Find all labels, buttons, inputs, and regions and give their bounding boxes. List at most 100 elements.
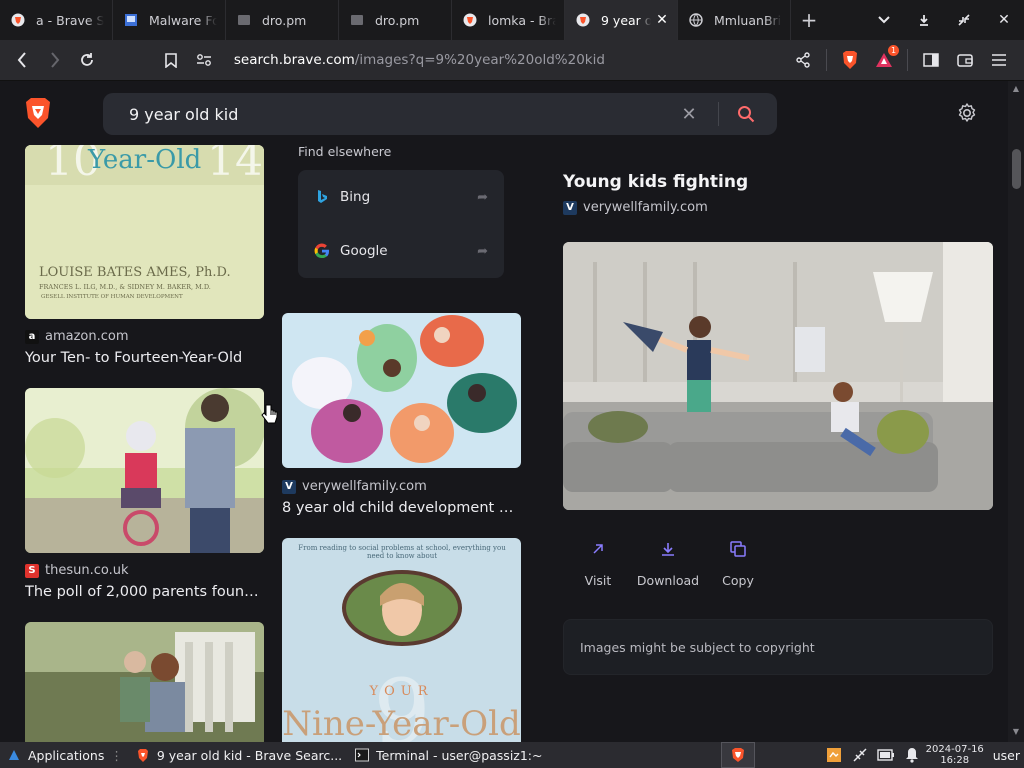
- brave-logo[interactable]: [22, 96, 54, 130]
- result-title[interactable]: The poll of 2,000 parents found th...: [25, 584, 265, 600]
- tab-active[interactable]: 9 year o ✕: [565, 0, 678, 40]
- find-on-bing[interactable]: Bing ➦: [298, 170, 504, 224]
- result-image[interactable]: From reading to social problems at schoo…: [282, 538, 521, 742]
- find-on-google[interactable]: Google ➦: [298, 224, 504, 278]
- toolbar-divider: [907, 49, 909, 71]
- applications-menu[interactable]: Applications ⋮: [0, 742, 129, 768]
- tab[interactable]: dro.pm: [339, 0, 452, 40]
- share-icon[interactable]: [786, 43, 820, 77]
- notification-bell-icon[interactable]: [899, 742, 925, 768]
- tab-list-chevron-icon[interactable]: [864, 0, 904, 40]
- toolbar-divider: [826, 49, 828, 71]
- taskbar-window-terminal[interactable]: Terminal - user@passiz1:~: [348, 742, 548, 768]
- book-cover-your: YOUR: [369, 684, 434, 699]
- brave-shields-icon[interactable]: [833, 43, 867, 77]
- copy-button[interactable]: Copy: [703, 533, 773, 588]
- result-source[interactable]: S thesun.co.uk: [25, 563, 129, 578]
- page-scrollbar[interactable]: ▲ ▼: [1008, 81, 1024, 742]
- tab[interactable]: a - Brave Se: [0, 0, 113, 40]
- brave-icon: [575, 12, 591, 28]
- find-elsewhere-panel: Bing ➦ Google ➦: [298, 170, 504, 278]
- brave-icon: [135, 747, 151, 763]
- url-path: /images?q=9%20year%20old%20kid: [354, 52, 605, 68]
- brave-icon: [731, 748, 744, 762]
- site-settings-icon[interactable]: [188, 43, 220, 77]
- result-image[interactable]: 10 14 Year-Old LOUISE BATES AMES, Ph.D. …: [25, 145, 264, 319]
- globe-icon: [688, 12, 704, 28]
- settings-gear-icon[interactable]: [955, 101, 979, 125]
- detail-title: Young kids fighting: [563, 172, 749, 192]
- doc-icon: [123, 12, 139, 28]
- tab-title: MmluanBri: [714, 12, 782, 28]
- thesun-favicon-icon: S: [25, 563, 39, 578]
- copyright-notice: Images might be subject to copyright: [563, 619, 993, 675]
- close-window-icon[interactable]: ✕: [984, 0, 1024, 40]
- user-menu[interactable]: user: [985, 742, 1024, 768]
- sidebar-toggle-icon[interactable]: [914, 43, 948, 77]
- detail-source[interactable]: V verywellfamily.com: [563, 200, 708, 215]
- wallet-icon[interactable]: [948, 43, 982, 77]
- svg-text:14: 14: [207, 145, 263, 186]
- taskbar-window-brave[interactable]: 9 year old kid - Brave Searc...: [129, 742, 348, 768]
- taskbar-separator-icon: ⋮: [110, 747, 123, 763]
- network-disconnected-icon[interactable]: [847, 742, 873, 768]
- result-source[interactable]: V verywellfamily.com: [282, 479, 427, 494]
- result-title[interactable]: Your Ten- to Fourteen-Year-Old: [25, 350, 265, 366]
- taskbar-workspace-brave[interactable]: [720, 742, 755, 768]
- tray-app-icon[interactable]: [821, 742, 847, 768]
- result-title[interactable]: 8 year old child development miles...: [282, 500, 522, 516]
- scrollbar-thumb[interactable]: [1012, 149, 1021, 189]
- clear-search-icon[interactable]: ✕: [672, 104, 706, 125]
- menu-icon[interactable]: [982, 43, 1016, 77]
- bing-icon: [314, 189, 330, 205]
- notification-badge: 1: [888, 45, 900, 56]
- applications-icon: [6, 747, 22, 763]
- back-icon[interactable]: [6, 43, 38, 77]
- address-bar[interactable]: search.brave.com/images?q=9%20year%20old…: [234, 44, 786, 76]
- result-image[interactable]: [25, 388, 264, 553]
- brave-rewards-icon[interactable]: 1: [867, 43, 901, 77]
- close-tab-icon[interactable]: ✕: [655, 12, 669, 28]
- download-icon: [652, 533, 684, 565]
- result-image[interactable]: [282, 313, 521, 468]
- tab[interactable]: dro.pm: [226, 0, 339, 40]
- reload-icon[interactable]: [71, 43, 103, 77]
- scroll-up-icon[interactable]: ▲: [1011, 84, 1021, 94]
- bookmark-icon[interactable]: [155, 43, 187, 77]
- search-icon[interactable]: [729, 105, 763, 123]
- brave-icon: [462, 12, 478, 28]
- share-arrow-icon: ➦: [477, 189, 488, 205]
- detail-image[interactable]: [563, 242, 993, 510]
- page-icon: [236, 12, 252, 28]
- clock[interactable]: 2024-07-16 16:28: [925, 744, 985, 766]
- battery-icon[interactable]: [873, 742, 899, 768]
- tab[interactable]: MmluanBri: [678, 0, 791, 40]
- clock-date: 2024-07-16: [925, 744, 984, 755]
- search-bar: ✕: [103, 93, 777, 135]
- find-elsewhere-label: Find elsewhere: [298, 144, 392, 159]
- tab-strip: a - Brave Se Malware Fo dro.pm dro.pm lo…: [0, 0, 1024, 40]
- forward-icon[interactable]: [38, 43, 70, 77]
- scroll-down-icon[interactable]: ▼: [1011, 727, 1021, 737]
- minimize-icon[interactable]: [904, 0, 944, 40]
- restore-icon[interactable]: [944, 0, 984, 40]
- visit-button[interactable]: Visit: [563, 533, 633, 588]
- book-cover-title: Year-Old: [88, 145, 202, 175]
- result-image[interactable]: [25, 622, 264, 742]
- tab[interactable]: Malware Fo: [113, 0, 226, 40]
- tab-title: lomka - Bra: [488, 12, 556, 28]
- share-arrow-icon: ➦: [477, 243, 488, 259]
- book-cover-author: LOUISE BATES AMES, Ph.D.: [39, 265, 231, 280]
- page-icon: [349, 12, 365, 28]
- search-divider: [718, 102, 719, 126]
- result-source[interactable]: a amazon.com: [25, 329, 129, 344]
- download-button[interactable]: Download: [633, 533, 703, 588]
- taskbar: Applications ⋮ 9 year old kid - Brave Se…: [0, 742, 1024, 768]
- tab-title: 9 year o: [601, 12, 651, 28]
- tab[interactable]: lomka - Bra: [452, 0, 565, 40]
- detail-actions: Visit Download Copy: [563, 533, 773, 588]
- image-detail-panel: Young kids fighting V verywellfamily.com: [545, 145, 1008, 742]
- search-input[interactable]: [129, 104, 672, 124]
- tab-title: Malware Fo: [149, 12, 217, 28]
- new-tab-button[interactable]: +: [791, 0, 827, 40]
